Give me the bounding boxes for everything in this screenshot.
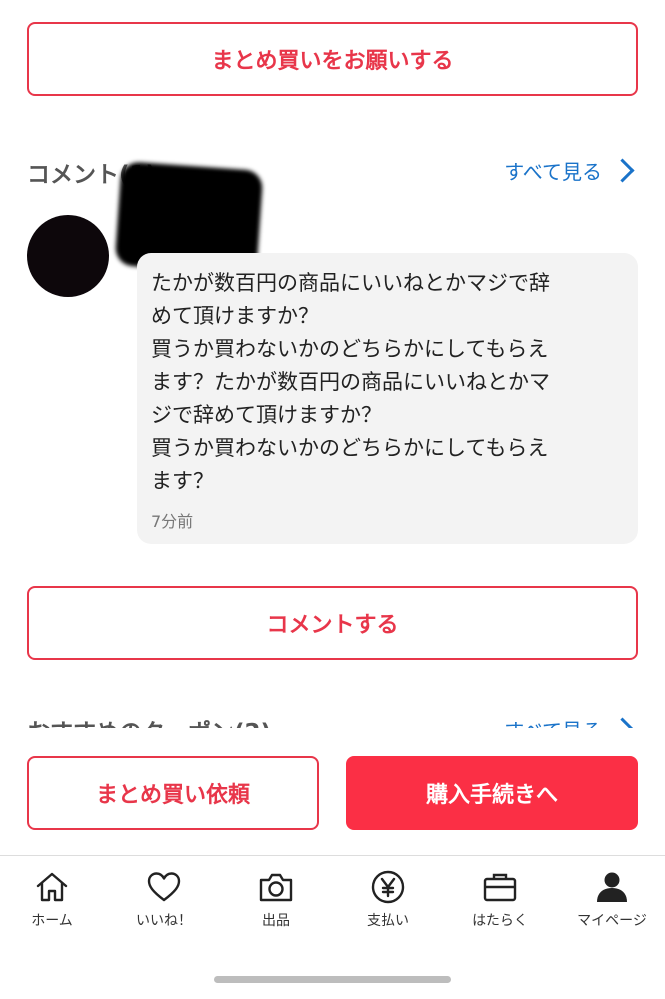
briefcase-icon [483, 873, 517, 902]
tab-likes[interactable]: いいね！ [109, 870, 219, 930]
tab-label: 支払い [367, 913, 409, 929]
tab-sell[interactable]: 出品 [221, 870, 331, 930]
comment-text-line: たかが数百円の商品にいいねとかマジで辞 [151, 271, 550, 295]
item-page: まとめ買いをお願いする コメント(1) すべて見る たかが数百円の商品にいいねと… [0, 0, 665, 999]
request-bulk-buy-button[interactable]: まとめ買いをお願いする [27, 22, 638, 96]
tab-label: 出品 [262, 913, 290, 929]
comment-text-line: ます？ [151, 469, 214, 493]
comment-text-line: ます？たかが数百円の商品にいいねとかマ [151, 370, 550, 394]
yen-icon [371, 870, 405, 904]
comment-text-line: めて頂けますか？ [151, 304, 319, 328]
tab-label: ホーム [31, 913, 73, 929]
tab-payment[interactable]: 支払い [333, 870, 443, 930]
comment-text-line: 買うか買わないかのどちらかにしてもらえ [151, 436, 549, 460]
coupons-see-all-link[interactable]: すべて見る [504, 715, 635, 728]
see-all-label: すべて見る [504, 160, 602, 184]
comment-button[interactable]: コメントする [27, 586, 638, 660]
chevron-right-icon [610, 158, 635, 183]
home-indicator[interactable] [214, 976, 451, 983]
coupons-section-title: おすすめのクーポン(2) [27, 713, 271, 728]
purchase-action-bar: まとめ買い依頼 購入手続きへ [0, 728, 665, 855]
purchase-button[interactable]: 購入手続きへ [346, 756, 638, 830]
comment-text-line: 買うか買わないかのどちらかにしてもらえ [151, 337, 549, 361]
tab-label: はたらく [472, 913, 528, 929]
tab-label: マイページ [577, 913, 647, 929]
comments-see-all-link[interactable]: すべて見る [504, 156, 635, 185]
comment-timestamp: 7分前 [151, 512, 194, 531]
item-detail-content[interactable]: まとめ買いをお願いする コメント(1) すべて見る たかが数百円の商品にいいねと… [0, 0, 665, 728]
avatar[interactable] [27, 215, 109, 297]
tab-label: いいね！ [136, 913, 192, 929]
camera-icon [259, 873, 293, 902]
comment-text-line: ジで辞めて頂けますか？ [151, 403, 382, 427]
see-all-label: すべて見る [504, 715, 602, 728]
bulk-buy-request-button[interactable]: まとめ買い依頼 [27, 756, 319, 830]
chevron-right-icon [610, 717, 635, 728]
home-icon [36, 872, 68, 902]
tab-mypage[interactable]: マイページ [557, 870, 665, 930]
person-icon [597, 872, 627, 902]
tab-home[interactable]: ホーム [0, 870, 107, 930]
comment-bubble: たかが数百円の商品にいいねとかマジで辞 めて頂けますか？ 買うか買わないかのどち… [137, 253, 638, 544]
tab-work[interactable]: はたらく [445, 870, 555, 930]
heart-icon [147, 872, 181, 902]
